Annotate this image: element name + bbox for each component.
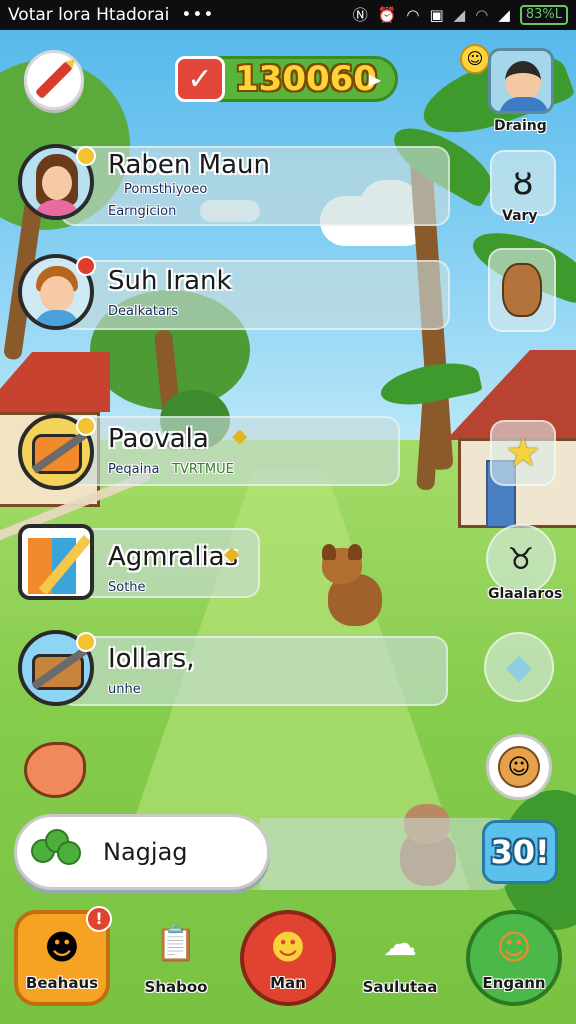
profile-button[interactable]: [488, 48, 554, 114]
profile-label: Draing: [494, 118, 547, 134]
notification-dot: [76, 632, 96, 652]
smiley-icon: ☻: [270, 928, 306, 968]
notification-dot: [76, 146, 96, 166]
status-title: Votar lora Htadorai: [8, 5, 170, 25]
nav-man[interactable]: ☻ Man: [240, 910, 336, 1006]
face-icon: ☺: [496, 928, 532, 968]
knot-icon: ȣ: [512, 163, 534, 203]
profile-body: [499, 97, 549, 111]
friend-name: Suh Irank: [108, 266, 232, 296]
wifi-strength-icon: ◠: [475, 5, 489, 24]
nav-beahaus[interactable]: ☻ Beahaus !: [14, 906, 112, 1006]
friend-name: Agmralias: [108, 542, 239, 572]
gold-badge-icon: ⬥: [224, 542, 240, 567]
check-mark-icon: ✓: [175, 56, 225, 102]
nav-label: Man: [270, 974, 306, 992]
nav-label: Engann: [482, 974, 546, 992]
profile-face: [505, 61, 541, 101]
nav-label: Shaboo: [144, 978, 208, 996]
nav-saulutaa[interactable]: ☁ Saulutaa: [352, 910, 448, 1006]
bottom-nav: ☻ Beahaus ! 📋 Shaboo ☻ Man ☁ Saulutaa ☺ …: [0, 898, 576, 1024]
emote-bubble-button[interactable]: ☺: [486, 734, 552, 800]
status-icons: Ⓝ ⏰ ◠ ▣ ◢ ◠ ◢ 83%L: [353, 4, 568, 25]
crystal-icon: ◆: [505, 647, 533, 687]
notification-dot: [76, 256, 96, 276]
star-button[interactable]: ★: [490, 420, 556, 486]
signal-icon: ◢: [453, 5, 466, 24]
pet-icon: [502, 263, 542, 317]
friend-row[interactable]: Suh Irank Dealkatars: [0, 250, 470, 346]
nav-engann[interactable]: ☺ Engann: [466, 910, 562, 1006]
avatar-face: [42, 166, 72, 200]
currency-add-arrow-icon[interactable]: ▶: [369, 70, 381, 89]
avatar: [18, 524, 94, 600]
notification-icon: ▣: [429, 5, 444, 24]
edit-button[interactable]: [24, 50, 84, 110]
friend-detail: Earngicion: [108, 204, 177, 219]
friend-status: unhe: [108, 682, 141, 697]
currency-value: 130060: [235, 59, 377, 99]
robot-icon: ☻: [44, 928, 80, 968]
more-dots-icon: •••: [181, 5, 215, 25]
friend-name: Paovala: [108, 424, 209, 454]
friend-name: Raben Maun: [108, 150, 270, 180]
clipboard-pencil-icon: 📋: [154, 924, 198, 964]
smiley-face-icon: ☺: [498, 746, 540, 788]
input-text: Nagjag: [103, 838, 188, 866]
chat-input[interactable]: Nagjag: [14, 814, 270, 890]
crystal-button[interactable]: ◆: [484, 632, 554, 702]
friend-row[interactable]: Paovala ⬥ Peqaina TVRTMUE: [0, 410, 470, 506]
wifi-icon: ◠: [406, 5, 420, 24]
notification-dot: [76, 416, 96, 436]
glaalaros-button[interactable]: ♉: [486, 524, 556, 594]
friend-status: Pomsthiyoeo: [124, 182, 208, 197]
ghost-icon: ☁: [383, 924, 417, 964]
friend-status: Sothe: [108, 580, 146, 595]
house-roof: [0, 352, 110, 412]
friend-name: Iollars,: [108, 644, 195, 674]
vary-label: Vary: [502, 208, 538, 224]
star-icon: ★: [505, 430, 541, 476]
glaalaros-label: Glaalaros: [488, 586, 563, 602]
nav-shaboo[interactable]: 📋 Shaboo: [128, 910, 224, 1006]
avatar-face: [40, 276, 74, 312]
alarm-icon: ⏰: [377, 5, 397, 24]
friend-detail: TVRTMUE: [172, 462, 234, 477]
gold-badge-icon: ⬥: [232, 424, 248, 449]
input-band: [260, 818, 510, 890]
friend-row[interactable]: Iollars, unhe: [0, 624, 470, 720]
smiley-badge-icon: ☺: [460, 44, 490, 74]
vary-button[interactable]: ȣ: [490, 150, 556, 216]
nfc-icon: Ⓝ: [352, 6, 368, 24]
friend-status: Dealkatars: [108, 304, 179, 319]
cow-icon: ♉: [507, 541, 535, 577]
nav-label: Beahaus: [25, 974, 99, 992]
friend-row[interactable]: Agmralias ⬥ Sothe: [0, 520, 470, 616]
fish-icon: [24, 742, 86, 798]
signal-strength-icon: ◢: [498, 5, 510, 24]
currency-counter[interactable]: ✓ 130060 ▶: [175, 56, 398, 102]
friend-row[interactable]: Raben Maun Pomsthiyoeo Earngicion: [0, 140, 470, 236]
pencil-icon: [34, 60, 74, 100]
alert-badge: !: [86, 906, 112, 932]
friend-status: Peqaina: [108, 462, 160, 477]
clover-icon: [31, 829, 83, 875]
count-badge[interactable]: 30!: [482, 820, 558, 884]
nav-label: Saulutaa: [362, 978, 438, 996]
status-bar: Votar lora Htadorai ••• Ⓝ ⏰ ◠ ▣ ◢ ◠ ◢ 83…: [0, 0, 576, 30]
pet-button[interactable]: [488, 248, 556, 332]
battery-indicator: 83%L: [519, 4, 568, 25]
